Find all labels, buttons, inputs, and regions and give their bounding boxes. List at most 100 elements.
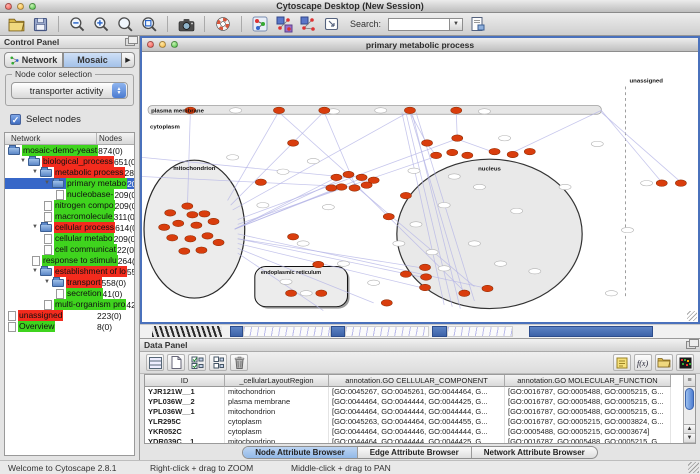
table-row[interactable]: YKR052Ccytoplasm[GO:0044464, GO:0044446,… bbox=[145, 427, 695, 437]
network-resize-grip-icon[interactable] bbox=[687, 311, 697, 321]
background-window-edge[interactable] bbox=[230, 326, 243, 337]
zoom-out-icon[interactable] bbox=[67, 15, 87, 34]
tree-row-label[interactable]: Overview bbox=[18, 321, 55, 332]
background-network-fragment[interactable] bbox=[243, 326, 331, 337]
vizmapper-icon[interactable] bbox=[250, 15, 270, 34]
expander-icon[interactable]: ▼ bbox=[44, 277, 52, 288]
search-input[interactable] bbox=[388, 18, 450, 31]
open-file-icon[interactable] bbox=[6, 15, 26, 34]
tree-row[interactable]: nucleobase-209(0) bbox=[5, 189, 134, 200]
attribute-matrix-icon[interactable] bbox=[676, 354, 694, 371]
background-window-edge[interactable] bbox=[432, 326, 447, 337]
table-column-header[interactable]: _cellularLayoutRegion bbox=[225, 375, 329, 387]
tree-row[interactable]: ▼transport558(0) bbox=[5, 277, 134, 288]
tree-row[interactable]: ▼metabolic process280(0) bbox=[5, 167, 134, 178]
import-attributes-folder-icon[interactable] bbox=[655, 354, 673, 371]
background-network-fragment[interactable] bbox=[447, 326, 513, 337]
help-lifering-icon[interactable] bbox=[213, 15, 233, 34]
tab-edge-attribute-browser[interactable]: Edge Attribute Browser bbox=[358, 447, 472, 458]
search-dropdown-arrow-icon[interactable]: ▼ bbox=[450, 18, 463, 31]
tree-row[interactable]: nitrogen compo209(0) bbox=[5, 200, 134, 211]
background-window-edge[interactable] bbox=[331, 326, 345, 337]
table-row[interactable]: YLR295Ccytoplasm[GO:0045263, GO:0044464,… bbox=[145, 417, 695, 427]
node-color-dropdown[interactable]: transporter activity ▲▼ bbox=[11, 82, 128, 99]
tree-row[interactable]: ▼primary metabo209(... bbox=[5, 178, 134, 189]
table-column-header[interactable]: annotation.GO MOLECULAR_FUNCTION bbox=[505, 375, 671, 387]
float-panel-icon[interactable] bbox=[686, 341, 696, 349]
tree-row-label[interactable]: primary metabo bbox=[66, 178, 127, 189]
tab-network-attribute-browser[interactable]: Network Attribute Browser bbox=[472, 447, 597, 458]
tree-row-label[interactable]: biological_process bbox=[42, 156, 114, 167]
network-canvas[interactable]: plasma membranecytoplasmmitochondrionnuc… bbox=[142, 52, 698, 322]
background-network-fragment[interactable] bbox=[152, 326, 222, 337]
zoom-fit-icon[interactable] bbox=[139, 15, 159, 34]
tree-row-label[interactable]: mosaic-demo-yeast bbox=[22, 145, 98, 156]
tree-column-network[interactable]: Network bbox=[5, 133, 97, 144]
table-vertical-scrollbar[interactable]: ▲ ▼ bbox=[683, 387, 695, 443]
search-go-icon[interactable] bbox=[467, 15, 487, 34]
table-options-icon[interactable]: ≡ bbox=[683, 375, 695, 387]
scroll-up-icon[interactable]: ▲ bbox=[684, 425, 695, 434]
tree-column-nodes[interactable]: Nodes bbox=[97, 133, 134, 144]
table-row[interactable]: YJR121W__1mitochondrion[GO:0045267, GO:0… bbox=[145, 387, 695, 397]
expander-icon[interactable]: ▼ bbox=[44, 178, 52, 189]
tree-row-label[interactable]: cellular process bbox=[54, 222, 115, 233]
table-row[interactable]: YPL036W__1mitochondrion[GO:0044464, GO:0… bbox=[145, 407, 695, 417]
background-network-fragment[interactable] bbox=[345, 326, 429, 337]
tree-row-label[interactable]: unassigned bbox=[18, 310, 63, 321]
table-column-header[interactable]: ID bbox=[145, 375, 225, 387]
tree-row-label[interactable]: response to stimulu bbox=[42, 255, 118, 266]
expander-icon[interactable]: ▼ bbox=[32, 222, 40, 233]
table-row[interactable]: YDR039C__1mitochondrion[GO:0044464, GO:0… bbox=[145, 437, 695, 443]
tab-node-attribute-browser[interactable]: Node Attribute Browser bbox=[243, 447, 358, 458]
select-nodes-checkbox[interactable]: ✓ bbox=[10, 114, 21, 125]
tree-row-label[interactable]: cellular metabo bbox=[54, 233, 114, 244]
unselect-attributes-icon[interactable] bbox=[209, 354, 227, 371]
tab-mosaic[interactable]: Mosaic bbox=[63, 52, 122, 68]
network-filter-icon[interactable] bbox=[298, 15, 318, 34]
tree-row[interactable]: multi-organism pro42(0) bbox=[5, 299, 134, 310]
window-resize-grip-icon[interactable] bbox=[688, 462, 699, 473]
attribute-table-icon[interactable] bbox=[146, 354, 164, 371]
float-panel-icon[interactable] bbox=[125, 38, 135, 46]
tree-row[interactable]: response to stimulu264(0) bbox=[5, 255, 134, 266]
select-attributes-icon[interactable] bbox=[188, 354, 206, 371]
expander-icon[interactable]: ▼ bbox=[32, 167, 40, 178]
zoom-in-icon[interactable] bbox=[91, 15, 111, 34]
save-session-icon[interactable] bbox=[30, 15, 50, 34]
tree-row[interactable]: unassigned223(0) bbox=[5, 310, 134, 321]
tree-row-label[interactable]: cell communicat bbox=[54, 244, 117, 255]
tree-row-label[interactable]: nitrogen compo bbox=[54, 200, 115, 211]
label-note-icon[interactable] bbox=[613, 354, 631, 371]
tree-row-label[interactable]: secretion bbox=[66, 288, 103, 299]
delete-attribute-trash-icon[interactable] bbox=[230, 354, 248, 371]
more-tabs-icon[interactable]: ▶ bbox=[122, 52, 135, 68]
tree-row[interactable]: secretion41(0) bbox=[5, 288, 134, 299]
scroll-down-icon[interactable]: ▼ bbox=[684, 434, 695, 443]
snapshot-camera-icon[interactable] bbox=[176, 15, 196, 34]
annotation-icon[interactable] bbox=[322, 15, 342, 34]
tree-row-label[interactable]: macromolecule bbox=[54, 211, 114, 222]
table-column-header[interactable]: annotation.GO CELLULAR_COMPONENT bbox=[329, 375, 505, 387]
function-builder-icon[interactable]: f(x) bbox=[634, 354, 652, 371]
tree-row[interactable]: ▼biological_process651(0) bbox=[5, 156, 134, 167]
new-attribute-icon[interactable] bbox=[167, 354, 185, 371]
tree-row[interactable]: Overview8(0) bbox=[5, 321, 134, 332]
network-merge-icon[interactable] bbox=[274, 15, 294, 34]
tree-row[interactable]: ▼establishment of lo558(0) bbox=[5, 266, 134, 277]
table-row[interactable]: YPL036W__2plasma membrane[GO:0044464, GO… bbox=[145, 397, 695, 407]
network-graph[interactable]: plasma membranecytoplasmmitochondrionnuc… bbox=[142, 52, 698, 322]
tree-row-label[interactable]: nucleobase- bbox=[66, 189, 114, 200]
tree-row[interactable]: mosaic-demo-yeast874(0) bbox=[5, 145, 134, 156]
expander-icon[interactable]: ▼ bbox=[32, 266, 40, 277]
zoom-selected-region-icon[interactable] bbox=[115, 15, 135, 34]
network-window[interactable]: primary metabolic process plasma membran… bbox=[140, 36, 700, 324]
tree-row-label[interactable]: metabolic process bbox=[54, 167, 125, 178]
tree-row[interactable]: cellular metabo209(0) bbox=[5, 233, 134, 244]
tree-row[interactable]: macromolecule311(0) bbox=[5, 211, 134, 222]
tree-row-label[interactable]: establishment of lo bbox=[54, 266, 127, 277]
tree-row[interactable]: ▼cellular process614(0) bbox=[5, 222, 134, 233]
tree-row[interactable]: cell communicat22(0) bbox=[5, 244, 134, 255]
background-window-edge[interactable] bbox=[529, 326, 653, 337]
tab-network[interactable]: Network bbox=[4, 52, 63, 68]
